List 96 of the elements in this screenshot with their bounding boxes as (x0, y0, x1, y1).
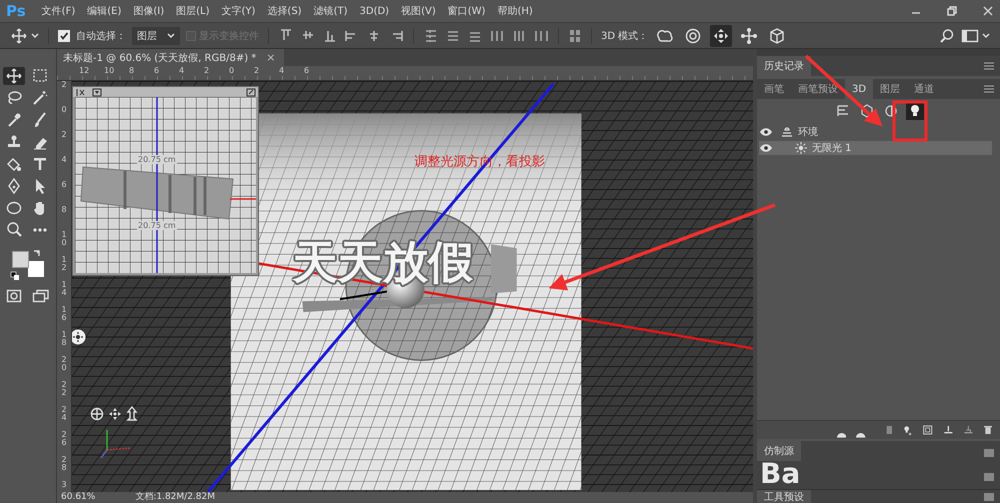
panel-tab[interactable]: 通道 (907, 79, 942, 99)
ruler-number: 6 (304, 66, 310, 77)
ruler-number: 0 (229, 66, 236, 77)
tree-item-label: 环境 (798, 126, 818, 139)
menu-item[interactable]: 图层(L) (176, 4, 210, 18)
menu-item[interactable]: 文字(Y) (222, 4, 256, 18)
dimension-label: 20.75 cm (137, 221, 177, 230)
zoom-level: 60.61% (61, 492, 96, 503)
render-icon[interactable] (923, 423, 933, 437)
ruler-number: 12 (61, 256, 67, 274)
default-colors-icon[interactable] (10, 271, 20, 281)
ruler-number: 8 (61, 206, 67, 216)
ruler-number: 10 (61, 231, 67, 249)
ruler-number: 16 (61, 306, 67, 324)
dolly-icon[interactable] (126, 406, 138, 422)
tree-item-label: 无限光 1 (812, 142, 852, 155)
background-color-swatch[interactable] (28, 261, 44, 277)
text-extrusion-drawing (490, 244, 517, 294)
document-tab[interactable]: 未标题-1 @ 60.6% (天天放假, RGB/8#) * × (57, 49, 284, 66)
menu-item[interactable]: 窗口(W) (448, 4, 486, 18)
quick-mask-icon[interactable] (6, 289, 22, 303)
ruler-number: 12 (79, 66, 90, 77)
tree-row[interactable]: 环境 (759, 125, 992, 139)
panel-tab[interactable]: 画笔预设 (791, 79, 845, 99)
mode-label: 3D 模式： (601, 30, 648, 42)
caret-icon[interactable] (167, 32, 175, 38)
clone-source-tab[interactable]: 仿制源 (757, 441, 801, 461)
ruler-number: 10 (104, 66, 116, 77)
move-tool-icon[interactable] (10, 28, 28, 44)
ruler-number: 20 (61, 356, 67, 374)
document-icon[interactable] (886, 423, 892, 437)
ruler-number: 3 (61, 481, 67, 491)
resize-icon[interactable] (246, 88, 256, 96)
menu-item[interactable]: 滤镜(T) (314, 4, 348, 18)
ruler-number: 14 (61, 281, 67, 299)
ruler-number: 4 (61, 156, 67, 166)
swap-colors-icon[interactable] (32, 249, 42, 259)
close-icon[interactable] (982, 5, 994, 17)
ruler-number: 26 (61, 431, 67, 449)
ruler-number: 6 (154, 66, 160, 77)
panel-icon[interactable] (984, 492, 994, 500)
close-button[interactable]: × (266, 51, 276, 64)
menu-item[interactable]: 视图(V) (401, 4, 436, 18)
character-preview: Ba (759, 461, 800, 487)
tool-presets-tab[interactable]: 工具预设 (757, 490, 811, 503)
panel-tab[interactable]: 图层 (873, 79, 908, 99)
menu-item[interactable]: 图像(I) (133, 4, 164, 18)
checkbox[interactable] (58, 30, 70, 42)
target-dropdown[interactable]: 图层 (132, 26, 180, 44)
sun-icon (793, 140, 809, 156)
visibility-eye-icon[interactable] (759, 127, 773, 137)
light-source-icon[interactable] (72, 328, 87, 346)
drag-icon[interactable] (710, 24, 732, 46)
ruler-number: 28 (61, 456, 67, 474)
pan-icon[interactable] (108, 407, 122, 421)
ruler-number: 2 (61, 131, 67, 141)
caret-icon[interactable] (982, 32, 990, 38)
ruler-number: 4 (279, 66, 286, 77)
workspace-icon[interactable] (961, 28, 979, 42)
distribute-icon[interactable] (423, 28, 439, 44)
auto-align-icon[interactable] (568, 28, 582, 44)
menu-item[interactable]: 文件(F) (42, 4, 76, 18)
history-tab[interactable]: 历史记录 (757, 56, 811, 76)
highlight-frame (892, 100, 928, 142)
ruler-number: 0 (61, 106, 67, 116)
menu-item[interactable]: 选择(S) (267, 4, 302, 18)
screen-mode-icon[interactable] (32, 289, 50, 303)
menu-item[interactable]: 帮助(H) (497, 4, 533, 18)
ruler-number: 18 (61, 331, 67, 349)
restore-icon[interactable] (946, 5, 958, 17)
panel-menu-icon[interactable] (984, 62, 994, 70)
caret-icon[interactable] (31, 32, 39, 38)
ruler-number: 2 (61, 81, 67, 91)
tree-row[interactable]: 无限光 1 (759, 141, 992, 155)
ruler-number: 4 (179, 66, 186, 77)
foreground-color-swatch[interactable] (12, 251, 29, 268)
panel-tab[interactable]: 画笔 (757, 79, 791, 99)
ruler-number: 24 (61, 406, 67, 424)
visibility-eye-icon[interactable] (759, 143, 773, 153)
ruler-number: 6 (61, 181, 67, 191)
move-tool-icon[interactable] (3, 67, 25, 85)
document-title: 未标题-1 @ 60.6% (天天放假, RGB/8#) * (63, 52, 256, 64)
panel-menu-icon[interactable] (984, 85, 994, 93)
search-icon[interactable] (939, 28, 955, 44)
ruler-number: 2 (204, 66, 210, 77)
option-label: 自动选择： (76, 30, 126, 42)
app-logo: Ps (6, 2, 26, 20)
menu-item[interactable]: 3D(D) (360, 6, 390, 16)
ruler-number: 2 (254, 66, 260, 77)
delete-icon[interactable] (984, 423, 992, 437)
ruler-number: 22 (61, 381, 67, 399)
ruler-number: 8 (129, 66, 136, 77)
panel-tab[interactable]: 3D (845, 79, 874, 99)
menu-item[interactable]: 编辑(E) (87, 4, 122, 18)
dimension-label: 20.75 cm (137, 155, 177, 164)
orbit-icon[interactable] (90, 407, 104, 421)
